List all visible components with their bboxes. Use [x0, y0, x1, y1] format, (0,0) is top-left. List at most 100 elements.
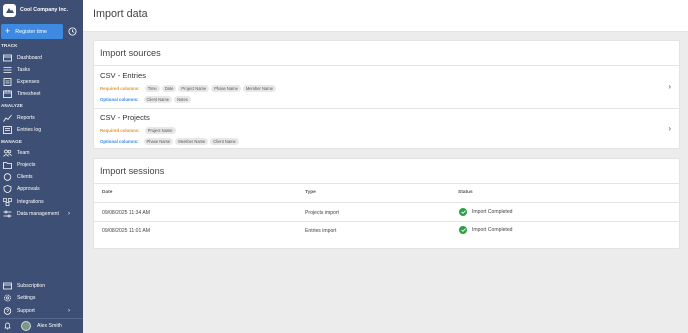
session-date: 09/08/2025 11:34 AM [102, 210, 151, 216]
log-icon [3, 126, 12, 134]
import-source-csv-projects[interactable]: CSV - Projects Required columns: Project… [94, 108, 679, 150]
team-icon [3, 149, 12, 157]
sidebar-item-settings[interactable]: Settings [3, 293, 81, 303]
brand[interactable]: Cool Company Inc. [0, 0, 83, 20]
register-row: + Register time [1, 24, 82, 39]
session-date: 09/08/2025 11:01 AM [102, 228, 151, 234]
page-title: Import data [93, 8, 148, 20]
sidebar: Cool Company Inc. + Register time TRACK … [0, 0, 83, 333]
required-columns-label: Required columns: [100, 128, 140, 133]
column-chip: Client Name [210, 138, 239, 145]
divider [94, 183, 679, 184]
sidebar-item-label: Support [17, 308, 35, 314]
column-chip: Time [144, 85, 160, 92]
sidebar-item-label: Reports [17, 115, 35, 121]
sidebar-item-projects[interactable]: Projects [3, 160, 81, 170]
sidebar-item-label: Settings [17, 295, 36, 301]
section-manage: MANAGE [1, 139, 23, 144]
chevron-right-icon: › [68, 308, 70, 314]
column-chip: Notes [174, 96, 191, 103]
column-header-type[interactable]: Type [305, 190, 316, 195]
shield-check-icon [3, 185, 12, 193]
optional-columns-row: Optional columns: Client Name Notes [100, 96, 191, 103]
check-circle-icon [459, 208, 467, 216]
card-icon [3, 282, 12, 290]
dashboard-icon [3, 54, 12, 62]
receipt-icon [3, 78, 12, 86]
section-track: TRACK [1, 43, 18, 48]
required-columns-label: Required columns: [100, 86, 140, 91]
clients-icon [3, 173, 12, 181]
sidebar-item-data-management[interactable]: Data management › [3, 209, 81, 219]
sliders-icon [3, 210, 12, 218]
sidebar-item-team[interactable]: Team [3, 148, 81, 158]
sidebar-item-dashboard[interactable]: Dashboard [3, 53, 81, 63]
sidebar-item-timesheet[interactable]: Timesheet [3, 89, 81, 99]
import-sources-title: Import sources [100, 48, 161, 58]
sidebar-item-clients[interactable]: Clients [3, 172, 81, 182]
check-circle-icon [459, 226, 467, 234]
sidebar-item-label: Timesheet [17, 91, 41, 97]
sidebar-item-reports[interactable]: Reports [3, 113, 81, 123]
register-time-button[interactable]: + Register time [1, 24, 63, 39]
divider [94, 202, 679, 203]
session-status: Import Completed [459, 226, 512, 234]
list-icon [3, 67, 12, 73]
column-chip: Phase Name [143, 138, 174, 145]
sidebar-item-label: Approvals [17, 186, 40, 192]
session-type: Projects import [305, 210, 339, 216]
column-chip: Project Name [178, 85, 210, 92]
sidebar-item-label: Clients [17, 174, 33, 180]
sidebar-item-label: Tasks [17, 67, 31, 73]
required-columns-row: Required columns: Time Date Project Name… [100, 85, 276, 92]
column-chip: Client Name [143, 96, 173, 103]
sidebar-item-label: Subscription [17, 283, 46, 289]
chart-icon [3, 114, 12, 122]
import-sessions-title: Import sessions [100, 166, 165, 176]
column-chip: Phase Name [211, 85, 241, 92]
sidebar-item-label: Team [17, 150, 30, 156]
session-type: Entries import [305, 228, 337, 234]
optional-columns-label: Optional columns: [100, 97, 139, 102]
column-header-status[interactable]: Status [458, 190, 473, 195]
plus-icon: + [5, 26, 11, 36]
company-logo-icon [3, 3, 16, 17]
folder-icon [3, 162, 12, 169]
required-columns-row: Required columns: Project Name [100, 127, 176, 134]
import-sources-card: Import sources CSV - Entries Required co… [93, 40, 680, 149]
register-time-label: Register time [15, 28, 48, 35]
chevron-right-icon[interactable]: › [668, 124, 671, 133]
avatar [21, 321, 31, 331]
column-chip: Member Name [242, 85, 276, 92]
divider [94, 221, 679, 222]
sidebar-item-approvals[interactable]: Approvals [3, 184, 81, 194]
user-name: Alex Smith [37, 323, 62, 329]
sidebar-item-label: Expenses [17, 79, 40, 85]
chevron-right-icon[interactable]: › [668, 82, 671, 91]
company-name: Cool Company Inc. [20, 7, 68, 13]
status-text: Import Completed [472, 227, 513, 233]
optional-columns-label: Optional columns: [100, 139, 139, 144]
user-profile[interactable]: Alex Smith [0, 318, 83, 333]
column-chip: Member Name [175, 138, 209, 145]
column-header-date[interactable]: Date [102, 190, 112, 195]
import-source-csv-entries[interactable]: CSV - Entries Required columns: Time Dat… [94, 66, 679, 108]
sidebar-item-label: Projects [17, 162, 36, 168]
sidebar-item-integrations[interactable]: Integrations [3, 197, 81, 207]
bell-icon[interactable] [4, 322, 11, 330]
sidebar-item-tasks[interactable]: Tasks [3, 65, 81, 75]
column-chip: Project Name [144, 127, 176, 134]
sidebar-item-subscription[interactable]: Subscription [3, 281, 81, 291]
section-analyze: ANALYZE [1, 103, 23, 108]
sidebar-item-label: Integrations [17, 199, 44, 205]
gear-icon [4, 294, 11, 302]
sidebar-item-expenses[interactable]: Expenses [3, 77, 81, 87]
column-chip: Date [161, 85, 177, 92]
status-text: Import Completed [472, 209, 513, 215]
integrations-icon [3, 198, 12, 206]
sidebar-item-label: Entries log [17, 127, 42, 133]
sidebar-item-label: Dashboard [17, 55, 42, 61]
clock-icon[interactable] [68, 27, 77, 36]
sidebar-item-entries-log[interactable]: Entries log [3, 125, 81, 135]
sidebar-item-support[interactable]: Support › [3, 306, 81, 316]
